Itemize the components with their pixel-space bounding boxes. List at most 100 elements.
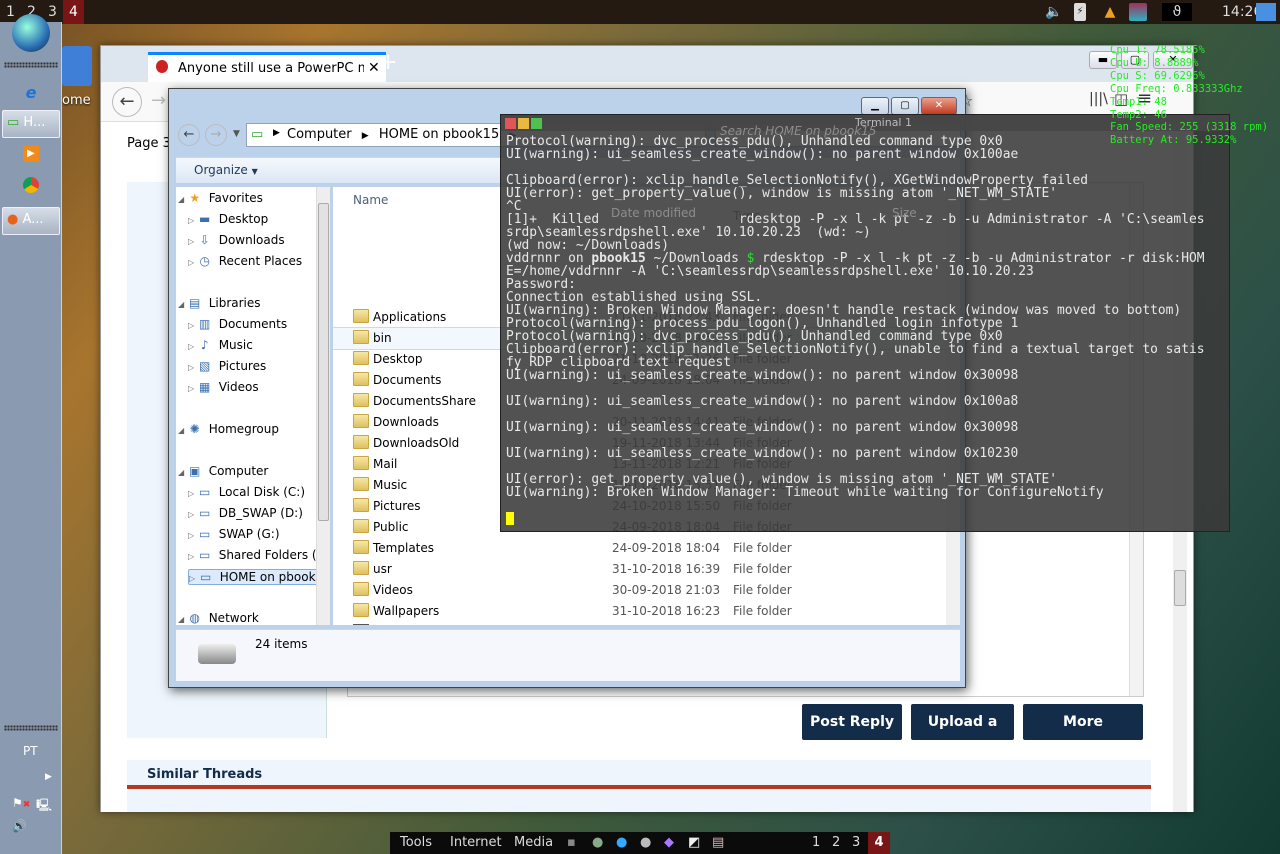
expand-arrow-icon[interactable]: ◢ [178, 615, 187, 624]
app-launcher-icon[interactable]: ◆ [664, 835, 674, 850]
nav-item[interactable]: ▷ ♪ Music [188, 338, 253, 352]
minimize-button[interactable] [518, 118, 529, 129]
forward-button[interactable]: → [151, 90, 166, 111]
app-launcher-icon[interactable]: ◩ [688, 835, 700, 850]
windows-orb-icon[interactable] [12, 14, 50, 52]
nav-item[interactable]: ▷ ◷ Recent Places [188, 254, 302, 268]
terminal-output[interactable]: Protocol(warning): dvc_process_pdu(), Un… [506, 135, 1205, 525]
maximize-button[interactable]: ▢ [891, 97, 919, 115]
expand-arrow-icon[interactable]: ◢ [178, 195, 187, 204]
expand-arrow-icon[interactable]: ▷ [189, 574, 198, 583]
back-button[interactable]: ← [178, 124, 200, 146]
app-launcher-icon[interactable]: ▪ [567, 835, 576, 850]
workspace-1[interactable]: 1 [812, 835, 820, 850]
nav-item[interactable]: ◢ ★ Favorites [178, 191, 263, 205]
expand-arrow-icon[interactable]: ◢ [178, 468, 187, 477]
task-home-explorer[interactable]: ▭ H... [2, 110, 60, 138]
minimize-button[interactable]: ▁ [861, 97, 889, 115]
app-launcher-icon[interactable]: ▤ [712, 835, 724, 850]
media-player-icon[interactable]: ▶ [23, 146, 39, 162]
nav-item[interactable]: ◢ ▤ Libraries [178, 296, 261, 310]
column-name[interactable]: Name [353, 193, 388, 207]
panel-grip[interactable] [4, 725, 58, 731]
forward-button[interactable]: → [205, 124, 227, 146]
expand-arrow-icon[interactable]: ▷ [188, 216, 197, 225]
expand-arrow-icon[interactable]: ◢ [178, 300, 187, 309]
expand-arrow-icon[interactable]: ▷ [188, 384, 197, 393]
expand-arrow-icon[interactable]: ▷ [188, 510, 197, 519]
panel-grip[interactable] [4, 62, 58, 68]
file-row[interactable]: Wallpapers 31-10-2018 16:23 File folder [333, 601, 960, 622]
expand-arrow-icon[interactable]: ▷ [188, 321, 197, 330]
back-button[interactable]: ← [112, 87, 142, 117]
action-center-flag-icon[interactable]: ⚑✖ [12, 796, 30, 810]
nav-item[interactable]: ◢ ✺ Homegroup [178, 422, 279, 436]
breadcrumb-home[interactable]: HOME on pbook15 [379, 127, 499, 142]
expand-arrow-icon[interactable]: ▷ [188, 363, 197, 372]
nav-item[interactable]: ▷ ▭ SWAP (G:) [188, 527, 280, 541]
upload-file-button[interactable]: Upload a File [911, 704, 1014, 766]
terminal-window[interactable]: Terminal 1 Protocol(warning): dvc_proces… [500, 114, 1230, 532]
recent-pages-dropdown-icon[interactable]: ▼ [233, 129, 240, 139]
close-button[interactable] [505, 118, 516, 129]
new-tab-button[interactable]: + [379, 50, 397, 75]
search-input[interactable]: Search HOME on pbook15 [720, 124, 876, 138]
bird-icon[interactable]: ϑ [1162, 3, 1192, 21]
expand-arrow-icon[interactable]: ▷ [188, 258, 197, 267]
breadcrumb-computer[interactable]: Computer [287, 127, 352, 142]
workspace-4[interactable]: 4 [868, 832, 890, 854]
more-options-button[interactable]: More Options... [1023, 704, 1143, 766]
breadcrumb-arrow-icon[interactable]: ▶ [362, 131, 369, 141]
nav-item[interactable]: ▷ ▭ HOME on pbook [188, 569, 327, 585]
image-viewer-icon[interactable] [1129, 3, 1147, 21]
library-icon[interactable]: |||\ [1089, 91, 1108, 107]
expand-arrow-icon[interactable]: ▷ [188, 342, 197, 351]
battery-icon[interactable]: ⚡ [1074, 3, 1086, 21]
nav-item[interactable]: ▷ ▭ Local Disk (C:) [188, 485, 305, 499]
expand-arrow-icon[interactable]: ▷ [188, 531, 197, 540]
file-row[interactable]: background05-10-2018 22:58JPEG image114 … [333, 622, 960, 625]
nav-item[interactable]: ▷ ▬ Desktop [188, 212, 268, 226]
menu-tools[interactable]: Tools [400, 835, 432, 850]
file-row[interactable]: Templates 24-09-2018 18:04 File folder [333, 538, 960, 559]
close-tab-icon[interactable]: ✕ [364, 60, 380, 76]
chrome-icon[interactable] [23, 177, 39, 193]
home-folder-icon[interactable] [62, 46, 92, 86]
menu-internet[interactable]: Internet [450, 835, 502, 850]
tab-thread[interactable]: Anyone still use a PowerPC ma ✕ [148, 52, 386, 82]
scrollbar-thumb[interactable] [1174, 570, 1186, 606]
expand-arrow-icon[interactable]: ▷ [188, 237, 197, 246]
post-reply-button[interactable]: Post Reply [802, 704, 902, 740]
page-indicator[interactable]: Page 3 [127, 136, 171, 151]
volume-icon[interactable]: 🔈 [1045, 3, 1063, 21]
file-row[interactable]: Videos 30-09-2018 21:03 File folder [333, 580, 960, 601]
terminal-cursor-line[interactable] [506, 512, 1205, 525]
organize-menu[interactable]: Organize ▼ [194, 163, 258, 177]
expand-arrow-icon[interactable]: ▶ [45, 772, 52, 782]
nav-item[interactable]: ▷ ▭ Shared Folders (\ [188, 548, 321, 562]
keyboard-layout[interactable]: PT [23, 744, 38, 758]
nav-item[interactable]: ▷ ▧ Pictures [188, 359, 266, 373]
nav-item[interactable]: ▷ ▥ Documents [188, 317, 287, 331]
menu-media[interactable]: Media [514, 835, 553, 850]
show-desktop-icon[interactable] [1256, 3, 1276, 21]
expand-arrow-icon[interactable]: ▷ [188, 489, 197, 498]
volume-icon[interactable]: 🔊 [12, 819, 27, 833]
app-launcher-icon[interactable]: ● [592, 835, 603, 850]
nav-item[interactable]: ▷ ▦ Videos [188, 380, 259, 394]
scrollbar-thumb[interactable] [318, 203, 329, 521]
close-button[interactable]: ✕ [921, 97, 957, 115]
column-size[interactable]: Size [892, 206, 917, 220]
workspace-2[interactable]: 2 [832, 835, 840, 850]
vlc-icon[interactable]: ▲ [1101, 3, 1119, 21]
breadcrumb-arrow-icon[interactable]: ▶ [273, 128, 280, 138]
expand-arrow-icon[interactable]: ◢ [178, 426, 187, 435]
nav-item[interactable]: ◢ ▣ Computer [178, 464, 268, 478]
internet-explorer-icon[interactable]: e [20, 82, 42, 104]
file-row[interactable]: usr 31-10-2018 16:39 File folder [333, 559, 960, 580]
nav-item[interactable]: ▷ ▭ DB_SWAP (D:) [188, 506, 303, 520]
expand-arrow-icon[interactable]: ▷ [188, 552, 197, 561]
workspace-4[interactable]: 4 [63, 0, 84, 24]
nav-scrollbar[interactable] [316, 187, 330, 625]
maximize-button[interactable] [531, 118, 542, 129]
